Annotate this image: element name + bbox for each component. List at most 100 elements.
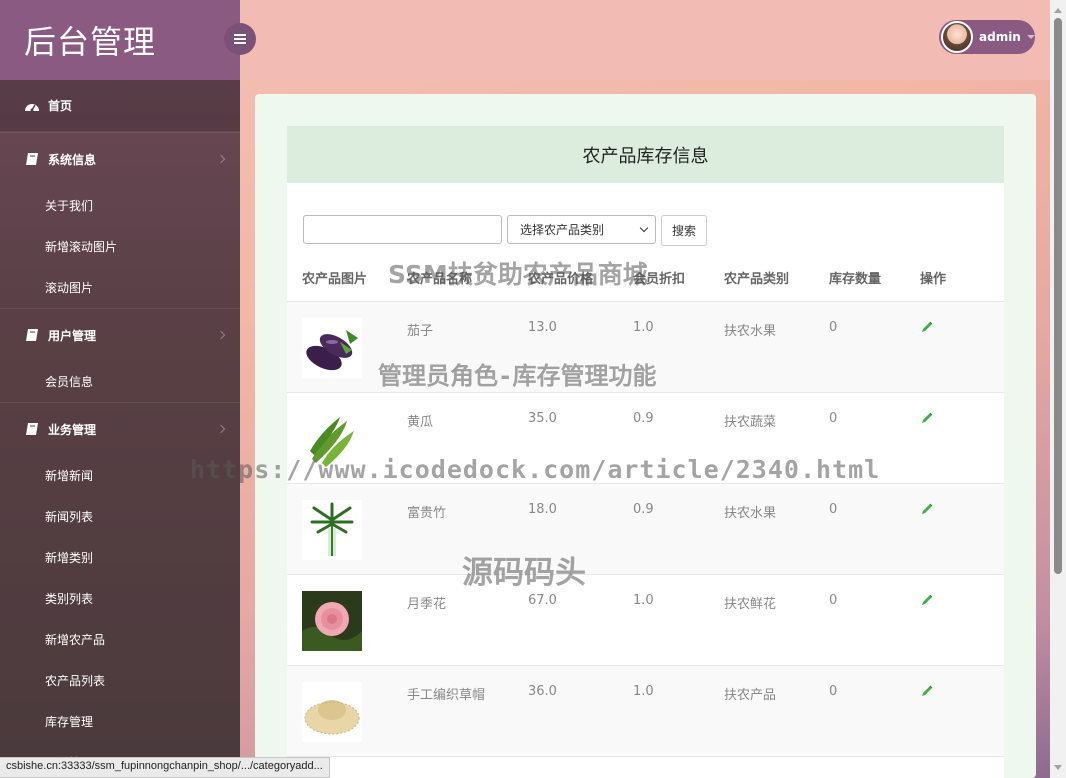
search-button[interactable]: 搜索	[661, 215, 707, 246]
product-category-cell: 扶农水果	[709, 483, 814, 575]
actions-cell	[905, 392, 1004, 484]
member-discount: 1.0	[633, 683, 654, 699]
product-price: 36.0	[528, 683, 557, 699]
sidebar-item-label: 业务管理	[48, 422, 97, 437]
product-name: 富贵竹	[407, 505, 447, 521]
book-icon	[24, 328, 40, 342]
chevron-right-icon	[216, 330, 226, 340]
sidebar-item-add-category[interactable]: 新增类别	[0, 537, 240, 578]
stock-card: 农产品库存信息 选择农产品类别 搜索 农产品图片 农产品名称 农产品价格 会员折…	[287, 126, 1004, 778]
product-image-cell	[287, 665, 392, 757]
stock-quantity-cell: 0	[814, 574, 905, 666]
search-input[interactable]	[303, 215, 502, 244]
sidebar-group-system[interactable]: 系统信息	[0, 132, 240, 185]
stock-quantity: 0	[829, 501, 838, 517]
product-category: 扶农水果	[724, 323, 777, 339]
edit-icon[interactable]	[920, 684, 934, 698]
chevron-right-icon	[216, 154, 226, 164]
stock-quantity: 0	[829, 319, 838, 335]
page-scrollbar[interactable]	[1050, 0, 1066, 778]
sidebar-item-label: 首页	[48, 99, 73, 113]
sidebar-item-news-list[interactable]: 新闻列表	[0, 496, 240, 537]
user-name: admin	[979, 30, 1021, 44]
product-name: 茄子	[407, 323, 434, 339]
member-discount-cell: 1.0	[618, 574, 709, 666]
sidebar-item-add-slide[interactable]: 新增滚动图片	[0, 226, 240, 267]
product-price: 13.0	[528, 319, 557, 335]
column-header: 库存数量	[814, 254, 905, 302]
actions-cell	[905, 483, 1004, 575]
hamburger-icon	[234, 34, 246, 44]
product-name: 黄瓜	[407, 414, 434, 430]
caret-down-icon	[1026, 35, 1035, 39]
member-discount: 1.0	[633, 319, 654, 335]
product-price: 35.0	[528, 410, 557, 426]
member-discount-cell: 1.0	[618, 665, 709, 757]
sidebar-item-members[interactable]: 会员信息	[0, 361, 240, 402]
product-price-cell: 36.0	[513, 665, 618, 757]
actions-cell	[905, 574, 1004, 666]
member-discount: 0.9	[633, 501, 654, 517]
scroll-thumb[interactable]	[1054, 18, 1062, 574]
status-bar-url: csbishe.cn:33333/ssm_fupinnongchanpin_sh…	[0, 757, 330, 778]
product-category: 扶农蔬菜	[724, 414, 777, 430]
product-name: 月季花	[407, 596, 447, 612]
category-select[interactable]: 选择农产品类别	[507, 215, 656, 244]
sidebar-item-home[interactable]: 首页	[0, 80, 240, 132]
stock-quantity: 0	[829, 683, 838, 699]
product-category: 扶农水果	[724, 505, 777, 521]
stock-quantity: 0	[829, 592, 838, 608]
watermark-title: SSM扶贫助农产品商城	[388, 260, 648, 289]
column-header: 操作	[905, 254, 1004, 302]
sidebar-group-users[interactable]: 用户管理	[0, 308, 240, 361]
product-name-cell: 手工编织草帽	[392, 665, 513, 757]
chevron-down-icon	[639, 223, 649, 233]
product-category: 扶农鲜花	[724, 596, 777, 612]
edit-icon[interactable]	[920, 502, 934, 516]
product-thumbnail	[302, 317, 362, 378]
stock-quantity-cell: 0	[814, 301, 905, 393]
edit-icon[interactable]	[920, 320, 934, 334]
actions-cell	[905, 301, 1004, 393]
actions-cell	[905, 665, 1004, 757]
table-row: 月季花 67.0 1.0 扶农鲜花 0	[287, 574, 1004, 666]
sidebar-item-product-list[interactable]: 农产品列表	[0, 660, 240, 701]
sidebar-item-label: 用户管理	[48, 328, 97, 343]
edit-icon[interactable]	[920, 411, 934, 425]
product-category-cell: 扶农产品	[709, 665, 814, 757]
product-category-cell: 扶农水果	[709, 301, 814, 393]
product-name: 手工编织草帽	[407, 687, 486, 703]
brand-title: 后台管理	[24, 23, 157, 61]
top-header: admin	[240, 0, 1050, 80]
sidebar-item-category-list[interactable]: 类别列表	[0, 578, 240, 619]
search-toolbar: 选择农产品类别 搜索	[303, 215, 707, 246]
user-menu-button[interactable]: admin	[939, 20, 1035, 54]
product-price: 18.0	[528, 501, 557, 517]
watermark-url: https://www.icodedock.com/article/2340.h…	[190, 455, 881, 484]
edit-icon[interactable]	[920, 593, 934, 607]
stock-table: 农产品图片 农产品名称 农产品价格 会员折扣 农产品类别 库存数量 操作 茄子 1…	[287, 254, 1004, 757]
menu-toggle-button[interactable]	[224, 23, 256, 55]
product-price: 67.0	[528, 592, 557, 608]
book-icon	[24, 152, 40, 166]
watermark-subtitle: 管理员角色-库存管理功能	[378, 362, 657, 390]
scroll-up-icon[interactable]	[1054, 8, 1062, 13]
product-category-cell: 扶农鲜花	[709, 574, 814, 666]
content-panel: 农产品库存信息 选择农产品类别 搜索 农产品图片 农产品名称 农产品价格 会员折…	[255, 94, 1036, 778]
sidebar-item-add-product[interactable]: 新增农产品	[0, 619, 240, 660]
sidebar-item-about[interactable]: 关于我们	[0, 185, 240, 226]
column-header: 农产品类别	[709, 254, 814, 302]
column-header: 农产品图片	[287, 254, 392, 302]
avatar	[941, 21, 973, 53]
stock-quantity: 0	[829, 410, 838, 426]
product-image-cell	[287, 301, 392, 393]
sidebar-group-business[interactable]: 业务管理	[0, 402, 240, 455]
scroll-down-icon[interactable]	[1054, 765, 1062, 770]
table-row: 手工编织草帽 36.0 1.0 扶农产品 0	[287, 665, 1004, 757]
page-title: 农产品库存信息	[287, 126, 1004, 183]
stock-quantity-cell: 0	[814, 483, 905, 575]
sidebar-item-slides[interactable]: 滚动图片	[0, 267, 240, 308]
sidebar-item-stock[interactable]: 库存管理	[0, 701, 240, 742]
sidebar-item-label: 系统信息	[48, 152, 97, 167]
table-row: 富贵竹 18.0 0.9 扶农水果 0	[287, 483, 1004, 575]
